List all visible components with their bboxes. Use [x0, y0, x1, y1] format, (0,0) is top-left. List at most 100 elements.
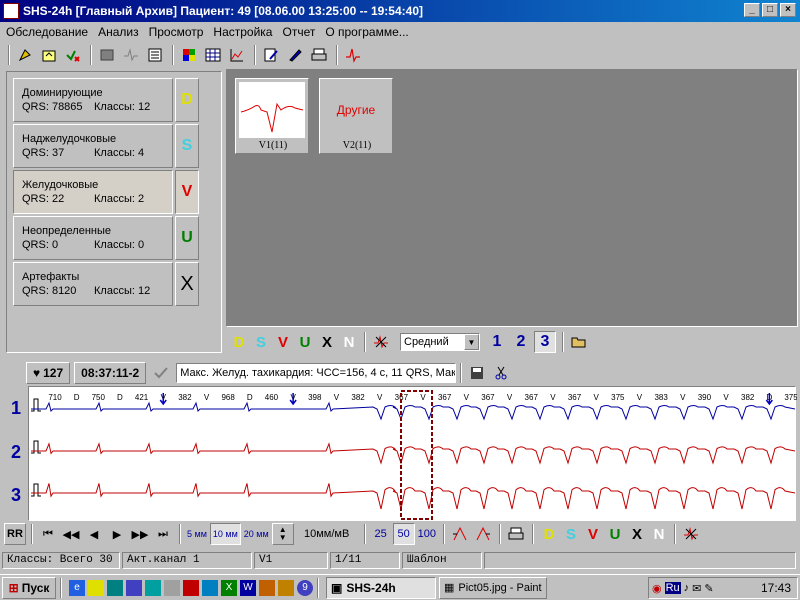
- ecg-analysis-icon[interactable]: [342, 44, 364, 66]
- zoom-100-button[interactable]: 100: [416, 523, 438, 545]
- pen-icon[interactable]: [284, 44, 306, 66]
- print-icon[interactable]: [505, 523, 527, 545]
- task-paint[interactable]: ▦ Pict05.jpg - Paint: [439, 576, 547, 599]
- layout-3-button[interactable]: 3: [534, 331, 556, 353]
- network-icon[interactable]: [126, 579, 142, 596]
- rr-button[interactable]: RR: [4, 523, 26, 545]
- menu-examination[interactable]: Обследование: [6, 25, 88, 39]
- class-box[interactable]: Доминирующие QRS: 78865 Классы: 12: [13, 78, 173, 122]
- menu-analysis[interactable]: Анализ: [98, 25, 139, 39]
- word-icon[interactable]: W: [240, 579, 256, 596]
- class-letter-v[interactable]: V: [175, 170, 199, 214]
- desktop-icon[interactable]: [107, 579, 123, 596]
- nav-filter-v[interactable]: V: [582, 526, 604, 543]
- app-icon[interactable]: [145, 579, 161, 596]
- speed-20mm-button[interactable]: 20 мм: [242, 523, 271, 545]
- class-letter-s[interactable]: S: [175, 124, 199, 168]
- filter-d[interactable]: D: [228, 334, 250, 351]
- nav-filter-u[interactable]: U: [604, 526, 626, 543]
- class-letter-d[interactable]: D: [175, 78, 199, 122]
- marker-left-icon[interactable]: [449, 523, 471, 545]
- menu-settings[interactable]: Настройка: [213, 25, 272, 39]
- app-icon[interactable]: 9: [297, 579, 313, 596]
- go-end-icon[interactable]: ⏭: [152, 523, 174, 545]
- ie-icon[interactable]: e: [69, 579, 85, 596]
- scissors-icon[interactable]: [490, 362, 512, 384]
- list-icon[interactable]: [144, 44, 166, 66]
- task-shs24h[interactable]: ▣ SHS-24h: [326, 576, 436, 599]
- nav-filter-x[interactable]: X: [626, 526, 648, 543]
- event-description-field[interactable]: Макс. Желуд. тахикардия: ЧСС=156, 4 с, 1…: [176, 363, 457, 383]
- step-back-icon[interactable]: ◀: [83, 523, 105, 545]
- step-forward-icon[interactable]: ▶: [106, 523, 128, 545]
- class-letter-x[interactable]: X: [175, 262, 199, 306]
- app-icon[interactable]: [202, 579, 218, 596]
- nav-filter-s[interactable]: S: [560, 526, 582, 543]
- tray-icon[interactable]: ✎: [704, 582, 713, 595]
- check-delete-icon[interactable]: [62, 44, 84, 66]
- filter-u[interactable]: U: [294, 334, 316, 351]
- graph-icon[interactable]: [226, 44, 248, 66]
- fast-forward-icon[interactable]: ▶▶: [129, 523, 151, 545]
- class-row-artifacts[interactable]: Артефакты QRS: 8120 Классы: 12 X: [13, 262, 203, 306]
- gray-block-icon[interactable]: [96, 44, 118, 66]
- amplitude-spinner[interactable]: ▲ ▼: [271, 523, 294, 545]
- class-row-ventricular[interactable]: Желудочковые QRS: 22 Классы: 2 V: [13, 170, 203, 214]
- class-row-supraventricular[interactable]: Наджелудочковые QRS: 37 Классы: 4 S: [13, 124, 203, 168]
- class-box-selected[interactable]: Желудочковые QRS: 22 Классы: 2: [13, 170, 173, 214]
- edit-report-icon[interactable]: [260, 44, 282, 66]
- pulse-icon[interactable]: [120, 44, 142, 66]
- filter-s[interactable]: S: [250, 334, 272, 351]
- filter-n[interactable]: N: [338, 334, 360, 351]
- save-icon[interactable]: [466, 362, 488, 384]
- filter-x[interactable]: X: [316, 334, 338, 351]
- class-box[interactable]: Наджелудочковые QRS: 37 Классы: 4: [13, 124, 173, 168]
- scissors-ecg-icon[interactable]: [680, 523, 702, 545]
- class-letter-u[interactable]: U: [175, 216, 199, 260]
- average-mode-select[interactable]: Средний ▼: [400, 333, 480, 351]
- folder-open-icon[interactable]: [568, 331, 590, 353]
- check-icon[interactable]: [150, 362, 172, 384]
- menu-about[interactable]: О программе...: [325, 25, 408, 39]
- app-icon[interactable]: [259, 579, 275, 596]
- language-indicator[interactable]: Ru: [664, 582, 681, 594]
- minimize-button[interactable]: _: [744, 3, 760, 17]
- nav-filter-d[interactable]: D: [538, 526, 560, 543]
- class-box[interactable]: Артефакты QRS: 8120 Классы: 12: [13, 262, 173, 306]
- acrobat-icon[interactable]: [183, 579, 199, 596]
- pencil-diamond-icon[interactable]: [14, 44, 36, 66]
- close-button[interactable]: ×: [780, 3, 796, 17]
- table-icon[interactable]: [202, 44, 224, 66]
- print-icon[interactable]: [308, 44, 330, 66]
- chevron-down-icon[interactable]: ▼: [464, 334, 479, 350]
- class-row-undefined[interactable]: Неопределенные QRS: 0 Классы: 0 U: [13, 216, 203, 260]
- color-grid-icon[interactable]: [178, 44, 200, 66]
- tray-icon[interactable]: ✉: [692, 582, 701, 595]
- zoom-25-button[interactable]: 25: [370, 523, 392, 545]
- layout-1-button[interactable]: 1: [486, 331, 508, 353]
- fast-back-icon[interactable]: ◀◀: [60, 523, 82, 545]
- layout-2-button[interactable]: 2: [510, 331, 532, 353]
- channel-3-label[interactable]: 3: [6, 485, 26, 506]
- nav-filter-n[interactable]: N: [648, 526, 670, 543]
- speaker-icon[interactable]: ♪: [684, 582, 690, 594]
- menu-report[interactable]: Отчет: [282, 25, 315, 39]
- menu-view[interactable]: Просмотр: [149, 25, 204, 39]
- maximize-button[interactable]: □: [762, 3, 778, 17]
- speed-10mm-button[interactable]: 10 мм: [209, 523, 241, 545]
- outlook-icon[interactable]: [88, 579, 104, 596]
- ecg-strip[interactable]: 710 D 750 D 421 V 382 V 968 D 460 V 398 V 382 V 367 V 367 V…: [28, 386, 797, 521]
- channel-1-label[interactable]: 1: [6, 398, 26, 419]
- template-v1[interactable]: V1(11): [235, 78, 309, 154]
- class-box[interactable]: Неопределенные QRS: 0 Классы: 0: [13, 216, 173, 260]
- app-icon[interactable]: [278, 579, 294, 596]
- filter-v[interactable]: V: [272, 334, 294, 351]
- marker-right-icon[interactable]: [472, 523, 494, 545]
- channel-2-label[interactable]: 2: [6, 442, 26, 463]
- tray-icon[interactable]: ◉: [652, 582, 662, 595]
- open-archive-icon[interactable]: [38, 44, 60, 66]
- speed-5mm-button[interactable]: 5 мм: [185, 523, 209, 545]
- zoom-50-button[interactable]: 50: [392, 523, 415, 545]
- go-start-icon[interactable]: ⏮: [37, 523, 59, 545]
- app-icon[interactable]: [164, 579, 180, 596]
